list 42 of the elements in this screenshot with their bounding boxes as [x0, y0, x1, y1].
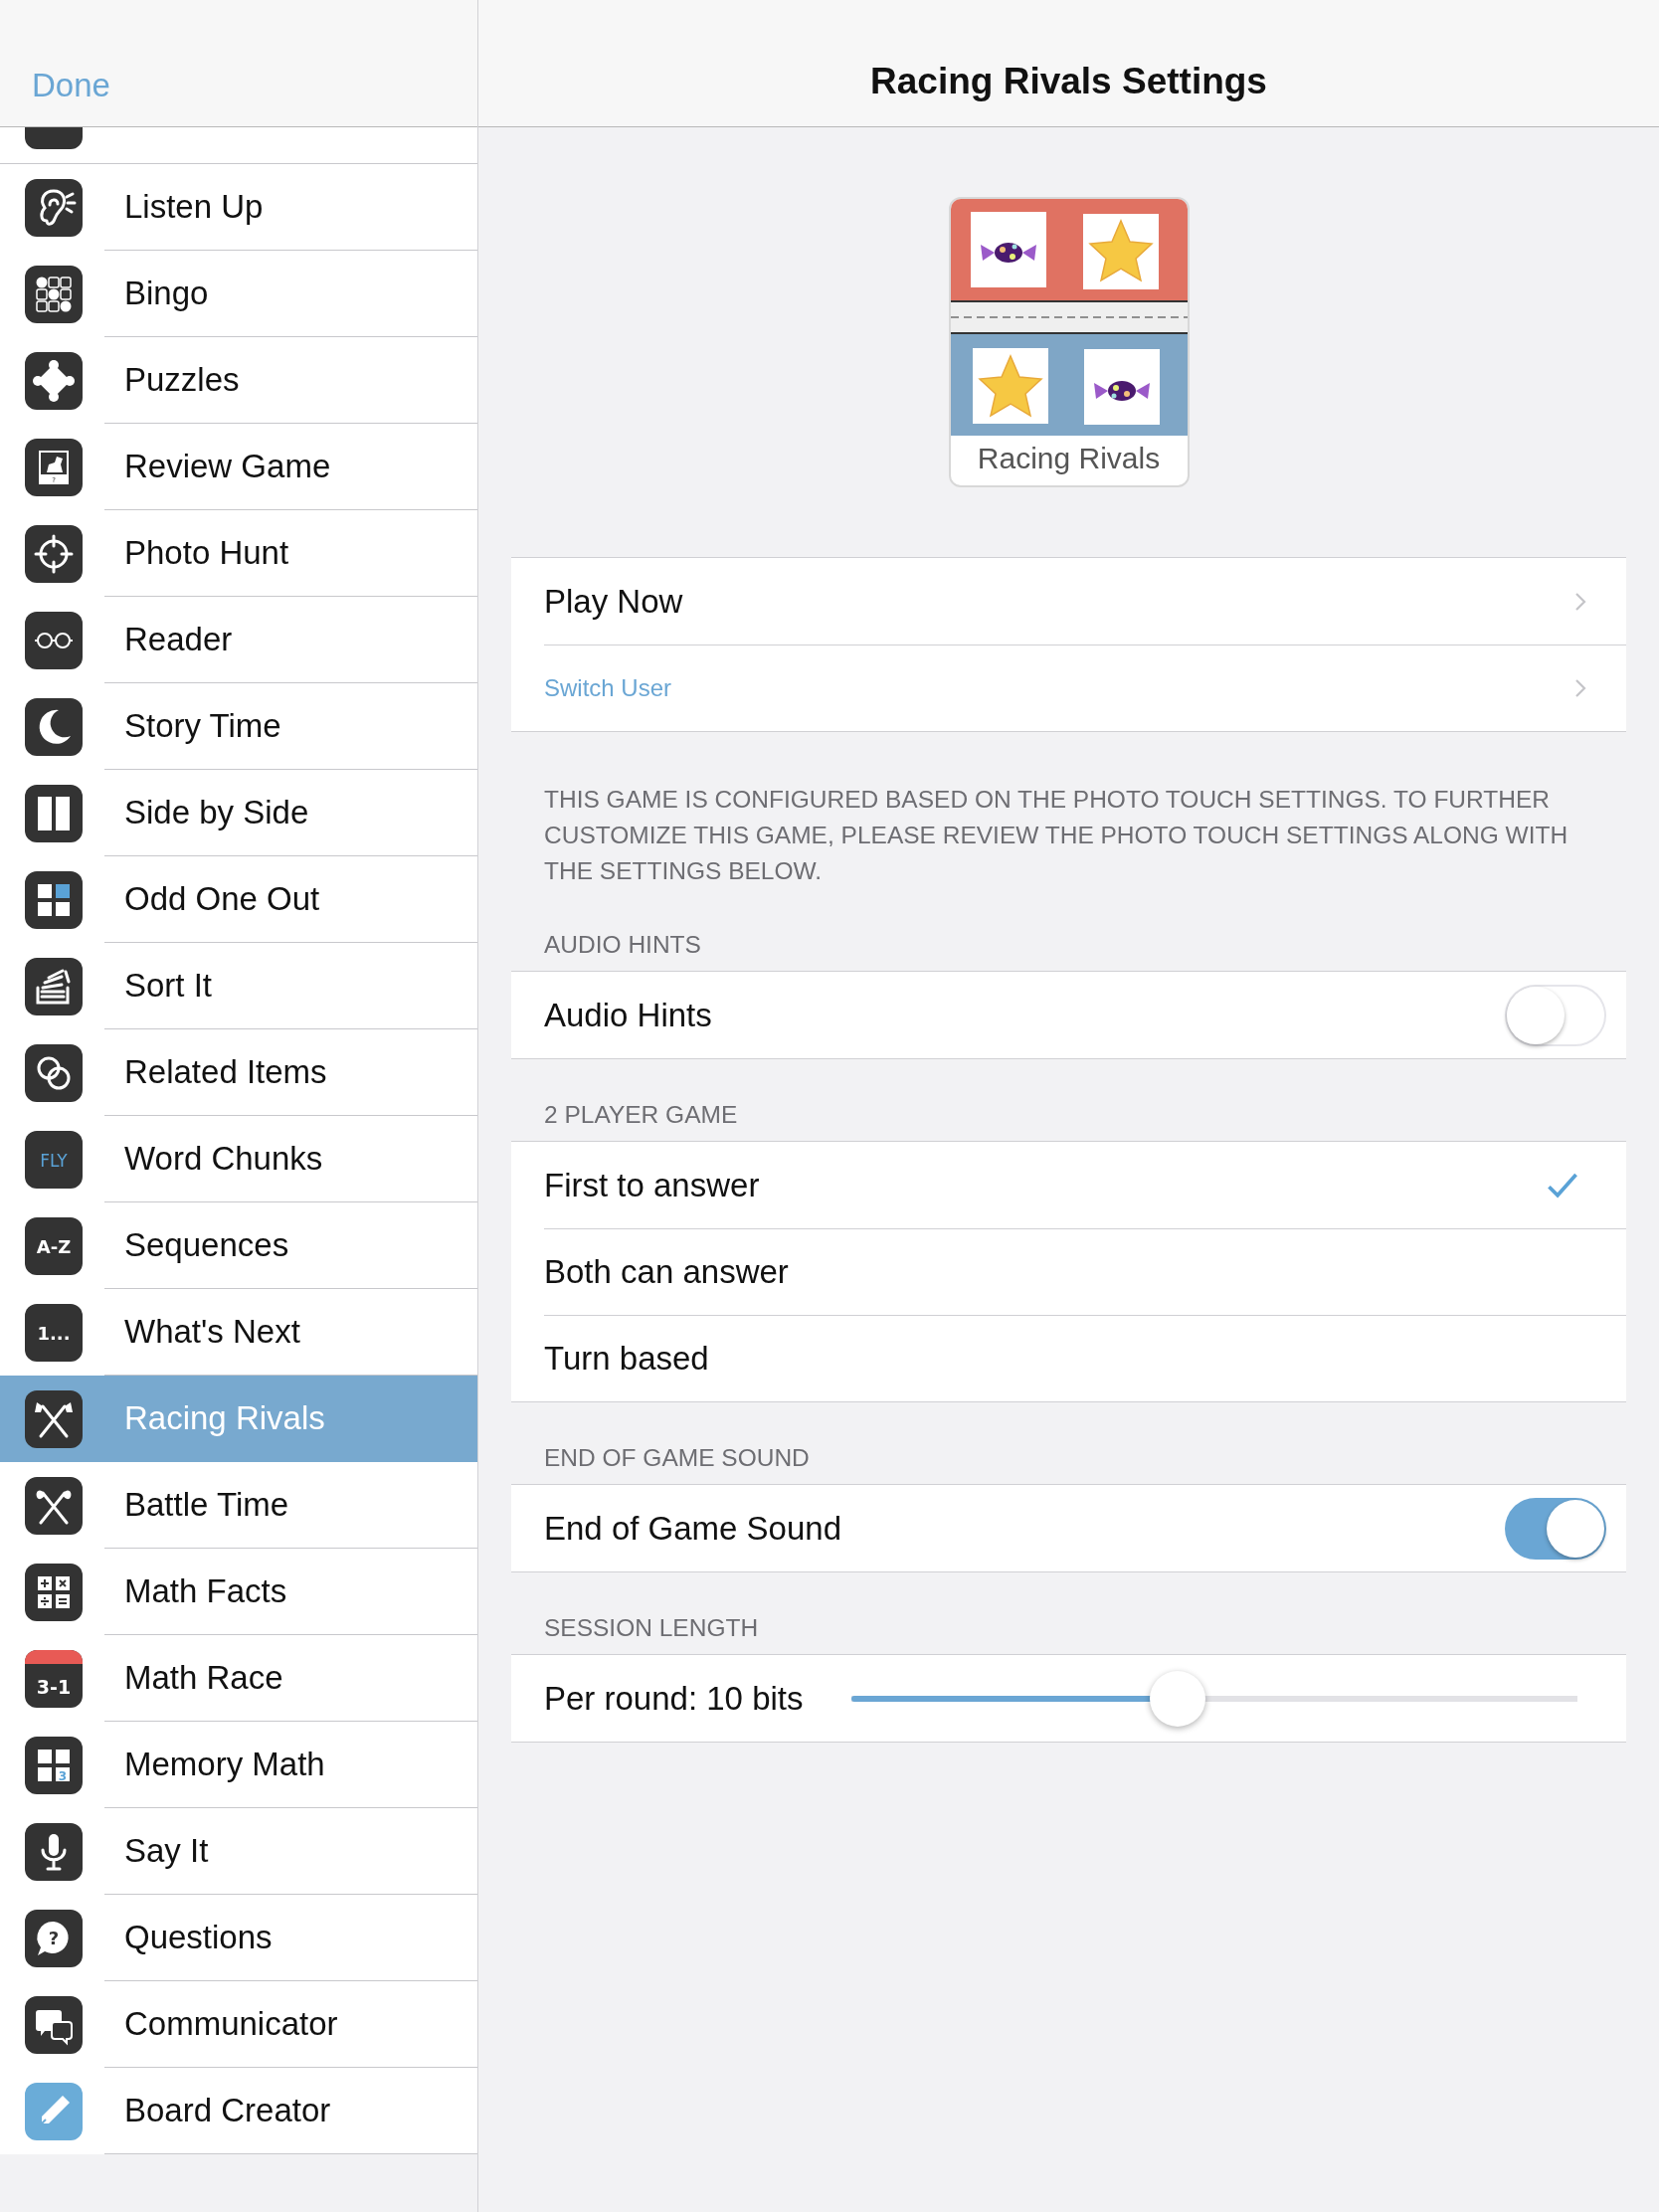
puzzle-piece-icon — [25, 351, 83, 410]
section-header: AUDIO HINTS — [543, 930, 702, 960]
toggle-switch[interactable] — [1505, 1497, 1606, 1560]
pencil-icon — [25, 2082, 83, 2140]
slider-thumb[interactable] — [1150, 1670, 1205, 1727]
crosshair-icon — [25, 524, 83, 583]
section-header: 2 PLAYER GAME — [543, 1100, 739, 1130]
sequences-icon: A-Z — [25, 1216, 83, 1275]
linked-rings-icon — [25, 1043, 83, 1102]
grid-of-dots-icon — [25, 265, 83, 323]
math-symbols-icon — [25, 1563, 83, 1621]
math-race-icon: 3-1 — [25, 1649, 83, 1708]
option-row[interactable]: First to answer — [511, 1142, 1626, 1228]
setting-label: Per round: 10 bits — [544, 1679, 804, 1718]
glasses-icon — [25, 611, 83, 669]
word-chunks-icon: FLY — [25, 1130, 83, 1189]
setting-label: End of Game Sound — [544, 1509, 843, 1548]
four-squares-icon — [25, 870, 83, 929]
stack-icon — [25, 957, 83, 1015]
microphone-icon — [25, 1822, 83, 1881]
page-title: Racing Rivals Settings — [870, 61, 1267, 102]
section-header: SESSION LENGTH — [543, 1613, 760, 1643]
two-columns-icon — [25, 784, 83, 842]
toggle-switch[interactable] — [1505, 984, 1606, 1046]
setting-label: Audio Hints — [544, 996, 713, 1034]
crossed-axes-icon — [25, 1476, 83, 1535]
game-name: Racing Rivals — [976, 441, 1162, 476]
checkmark-icon — [1547, 1171, 1578, 1199]
chevron-right-icon — [1574, 676, 1586, 699]
ear-icon — [25, 178, 83, 237]
speech-bubbles-icon — [25, 1995, 83, 2054]
option-row[interactable]: Turn based — [511, 1315, 1626, 1401]
crossed-flags-icon — [25, 1389, 83, 1448]
moon-icon — [25, 697, 83, 756]
play-now-button[interactable]: Play Now — [511, 558, 1626, 645]
option-row[interactable]: Both can answer — [511, 1228, 1626, 1315]
memory-grid-icon: 3 — [25, 1736, 83, 1794]
section-header: END OF GAME SOUND — [543, 1443, 811, 1473]
settings-note: THIS GAME IS CONFIGURED BASED ON THE PHOTO TOUCH SETTINGS. TO FURTHER CUSTOMIZE THIS GAME, PLEASE REVIEW THE PHOTO TOUCH SETTINGS ALONG WITH THE SETTINGS BELOW. — [544, 785, 1569, 886]
question-bubble-icon: ? — [25, 1909, 83, 1967]
whats-next-icon: 1... — [25, 1303, 83, 1362]
chevron-right-icon — [1574, 590, 1586, 613]
